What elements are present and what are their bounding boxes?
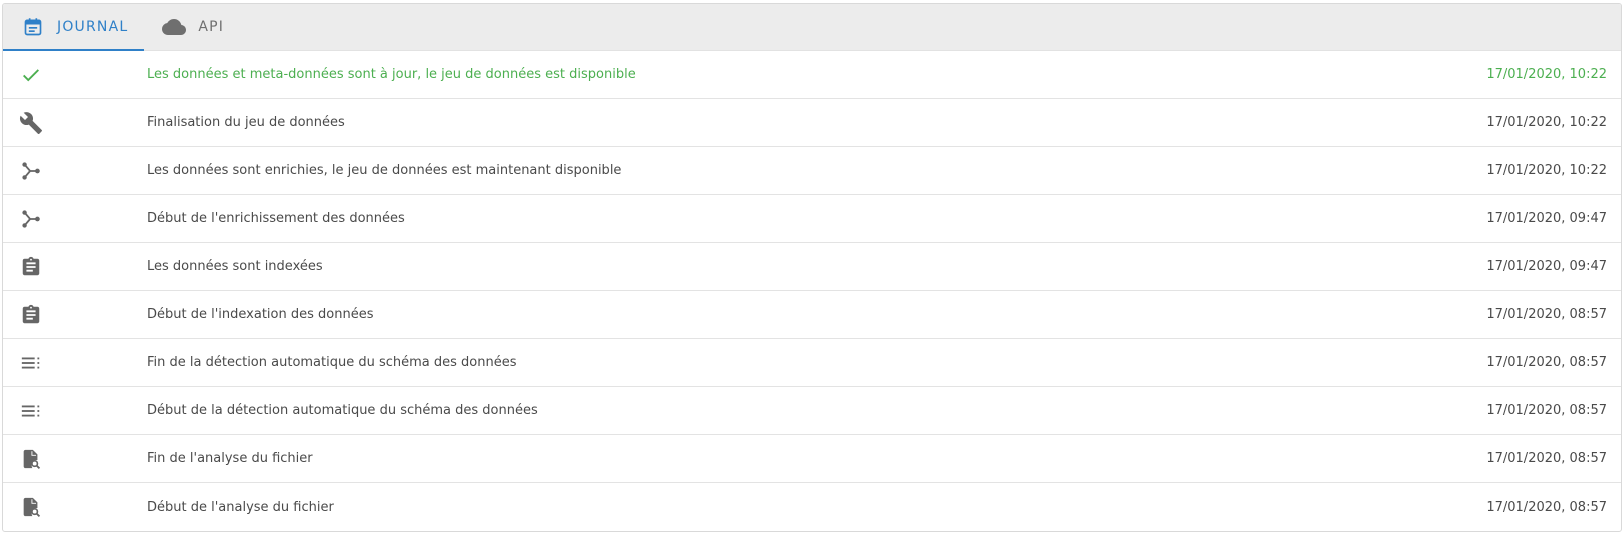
journal-row-message: Fin de la détection automatique du schém… bbox=[147, 355, 517, 370]
file-search-icon bbox=[19, 447, 43, 471]
tab-bar: JOURNAL API bbox=[3, 4, 1621, 51]
journal-row: Finalisation du jeu de données 17/01/2020… bbox=[3, 99, 1621, 147]
clipboard-icon bbox=[19, 303, 43, 327]
clipboard-icon bbox=[19, 255, 43, 279]
journal-row-date: 17/01/2020, 08:57 bbox=[1486, 451, 1607, 466]
journal-row-message: Début de l'indexation des données bbox=[147, 307, 374, 322]
wrench-icon bbox=[19, 111, 43, 135]
journal-row: Début de l'indexation des données 17/01/2… bbox=[3, 291, 1621, 339]
journal-row: Fin de l'analyse du fichier 17/01/2020, 0… bbox=[3, 435, 1621, 483]
journal-row: Les données sont enrichies, le jeu de do… bbox=[3, 147, 1621, 195]
calendar-icon bbox=[21, 15, 45, 39]
journal-row-message: Les données et meta-données sont à jour,… bbox=[147, 67, 636, 82]
journal-row-message: Les données sont enrichies, le jeu de do… bbox=[147, 163, 622, 178]
journal-row-date: 17/01/2020, 08:57 bbox=[1486, 499, 1607, 515]
journal-row: Début de l'enrichissement des données 17/… bbox=[3, 195, 1621, 243]
merge-icon bbox=[19, 159, 43, 183]
journal-row-message: Début de l'analyse du fichier bbox=[147, 499, 334, 515]
journal-row-message: Les données sont indexées bbox=[147, 259, 323, 274]
journal-row-date: 17/01/2020, 10:22 bbox=[1486, 163, 1607, 178]
merge-icon bbox=[19, 207, 43, 231]
list-icon bbox=[19, 399, 43, 423]
journal-row: Les données et meta-données sont à jour,… bbox=[3, 51, 1621, 99]
tab-api[interactable]: API bbox=[144, 4, 240, 50]
tab-api-label: API bbox=[198, 19, 225, 35]
check-icon bbox=[19, 63, 43, 87]
journal-panel: JOURNAL API Les données et meta-données … bbox=[2, 3, 1622, 532]
journal-row-message: Fin de l'analyse du fichier bbox=[147, 451, 313, 466]
list-icon bbox=[19, 351, 43, 375]
journal-list: Les données et meta-données sont à jour,… bbox=[3, 51, 1621, 531]
journal-row-message: Début de l'enrichissement des données bbox=[147, 211, 405, 226]
journal-row: Début de l'analyse du fichier 17/01/2020,… bbox=[3, 483, 1621, 531]
journal-row-date: 17/01/2020, 10:22 bbox=[1486, 115, 1607, 130]
journal-row-date: 17/01/2020, 08:57 bbox=[1486, 307, 1607, 322]
tab-journal[interactable]: JOURNAL bbox=[3, 4, 145, 51]
journal-row-date: 17/01/2020, 09:47 bbox=[1486, 211, 1607, 226]
journal-row-date: 17/01/2020, 08:57 bbox=[1486, 355, 1607, 370]
journal-row: Fin de la détection automatique du schém… bbox=[3, 339, 1621, 387]
journal-row-date: 17/01/2020, 10:22 bbox=[1486, 67, 1607, 82]
journal-row: Début de la détection automatique du sch… bbox=[3, 387, 1621, 435]
tab-journal-label: JOURNAL bbox=[57, 19, 129, 35]
journal-row-message: Finalisation du jeu de données bbox=[147, 115, 345, 130]
journal-row-date: 17/01/2020, 09:47 bbox=[1486, 259, 1607, 274]
journal-row-date: 17/01/2020, 08:57 bbox=[1486, 403, 1607, 418]
journal-row: Les données sont indexées 17/01/2020, 09:… bbox=[3, 243, 1621, 291]
journal-row-message: Début de la détection automatique du sch… bbox=[147, 403, 538, 418]
cloud-icon bbox=[162, 15, 187, 39]
file-search-icon bbox=[19, 495, 43, 519]
